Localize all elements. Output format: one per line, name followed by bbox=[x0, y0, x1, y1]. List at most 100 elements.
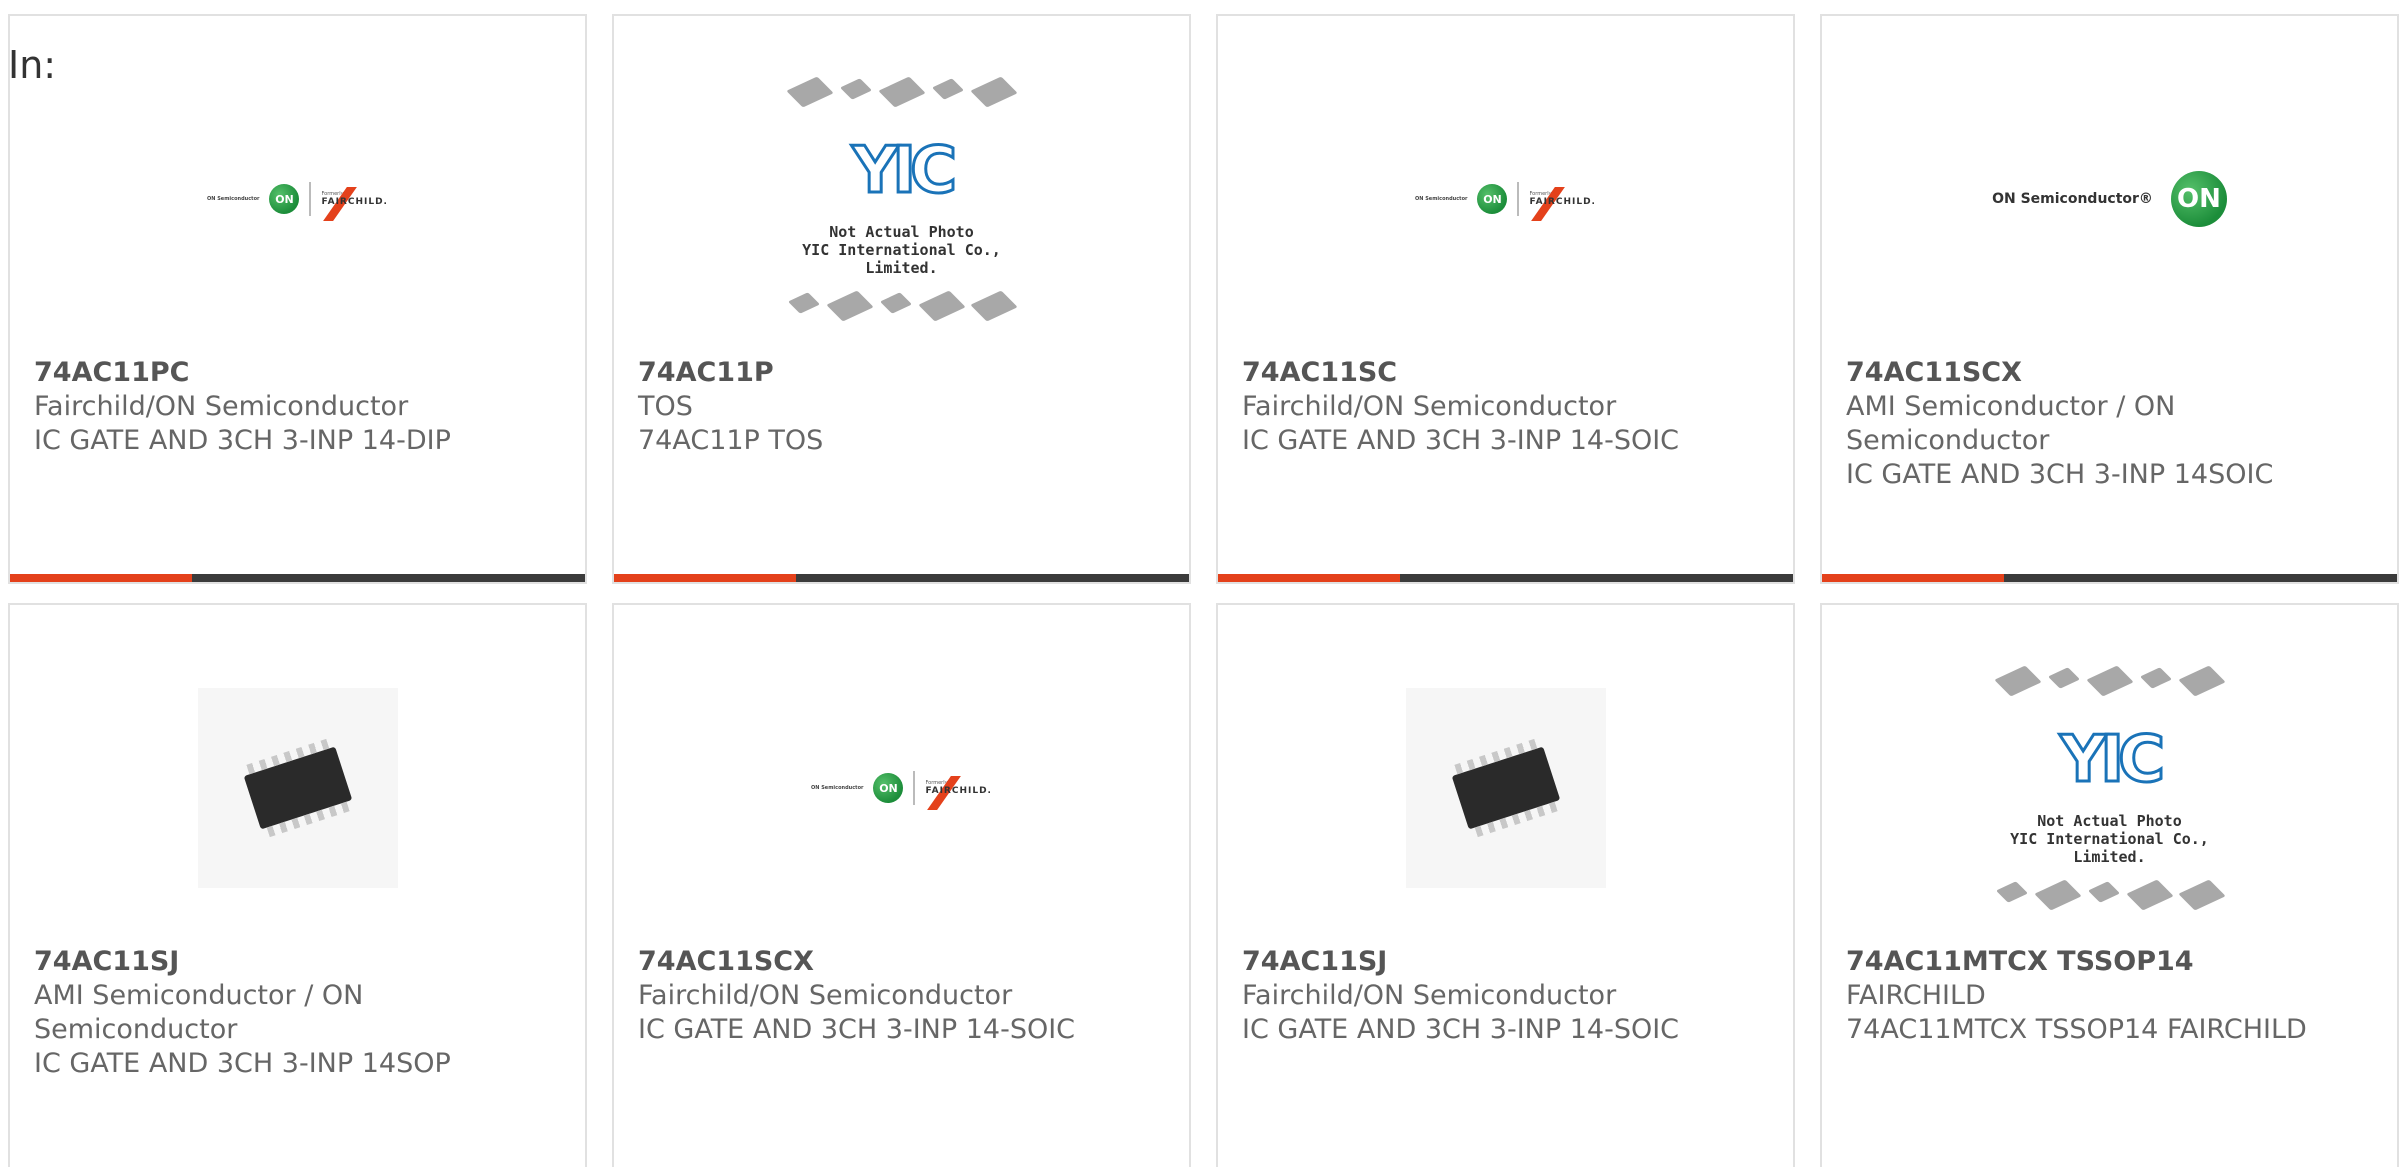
product-part-number[interactable]: 74AC11SCX bbox=[1846, 356, 2373, 390]
product-card[interactable]: 74AC11SJ Fairchild/ON Semiconductor IC GAT… bbox=[1216, 603, 1795, 1167]
product-part-number[interactable]: 74AC11MTCX TSSOP14 bbox=[1846, 945, 2373, 979]
on-logo-icon: ON bbox=[1477, 184, 1508, 214]
product-description: IC GATE AND 3CH 3-INP 14SOIC bbox=[1846, 459, 2274, 490]
product-grid: ON Semiconductor ON Formerly FAIRCHILD. 74AC… bbox=[8, 14, 2399, 1167]
product-image[interactable]: ON Semiconductor ON Formerly FAIRCHILD. bbox=[614, 683, 1189, 893]
product-info: 74AC11MTCX TSSOP14 FAIRCHILD 74AC11MTCX TS… bbox=[1846, 945, 2373, 1047]
on-semiconductor-wordmark: ON Semiconductor bbox=[1415, 196, 1468, 202]
yic-placeholder-image: YIC Not Actual Photo YIC International Co.… bbox=[1975, 665, 2245, 911]
chip-icon bbox=[2177, 665, 2226, 697]
product-manufacturer: AMI Semiconductor / ON Semiconductor bbox=[34, 980, 364, 1045]
product-description: IC GATE AND 3CH 3-INP 14SOP bbox=[34, 1048, 451, 1079]
chip-icon bbox=[787, 292, 820, 314]
not-actual-photo-caption: Not Actual Photo bbox=[2037, 812, 2182, 830]
on-semiconductor-wordmark: ON Semiconductor bbox=[207, 196, 260, 202]
product-description: IC GATE AND 3CH 3-INP 14-SOIC bbox=[1242, 1014, 1680, 1045]
product-info: 74AC11PC Fairchild/ON Semiconductor IC GAT… bbox=[34, 356, 561, 458]
chip-icon bbox=[2139, 667, 2172, 689]
product-info: 74AC11SC Fairchild/ON Semiconductor IC GAT… bbox=[1242, 356, 1769, 458]
on-logo-icon: ON bbox=[2170, 171, 2227, 227]
chip-icon bbox=[931, 78, 964, 100]
product-description: 74AC11MTCX TSSOP14 FAIRCHILD bbox=[1846, 1014, 2307, 1045]
ic-chip-icon bbox=[243, 738, 352, 838]
logo-divider bbox=[913, 771, 916, 805]
on-semiconductor-wordmark: ON Semiconductor bbox=[811, 785, 864, 791]
chip-icon bbox=[2177, 879, 2226, 911]
product-part-number[interactable]: 74AC11SJ bbox=[34, 945, 561, 979]
not-actual-photo-caption: Not Actual Photo bbox=[829, 223, 974, 241]
ic-chip-icon bbox=[1451, 738, 1560, 838]
product-card[interactable]: ON Semiconductor ON Formerly FAIRCHILD. 74AC… bbox=[612, 603, 1191, 1167]
chip-icon bbox=[879, 292, 912, 314]
fairchild-on-logo: ON Semiconductor ON Formerly FAIRCHILD. bbox=[811, 771, 992, 810]
product-image[interactable] bbox=[10, 683, 585, 893]
chip-illustrations-bottom bbox=[767, 290, 1037, 322]
product-image[interactable] bbox=[1218, 683, 1793, 893]
product-description: IC GATE AND 3CH 3-INP 14-DIP bbox=[34, 425, 451, 456]
product-part-number[interactable]: 74AC11SC bbox=[1242, 356, 1769, 390]
product-manufacturer: Fairchild/ON Semiconductor bbox=[1242, 391, 1617, 422]
product-manufacturer: Fairchild/ON Semiconductor bbox=[638, 980, 1013, 1011]
on-semiconductor-wordmark: ON Semiconductor® bbox=[1992, 191, 2153, 207]
chip-illustrations-bottom bbox=[1975, 879, 2245, 911]
product-manufacturer: TOS bbox=[638, 391, 693, 422]
product-card[interactable]: 74AC11SJ AMI Semiconductor / ON Semicondu… bbox=[8, 603, 587, 1167]
product-card[interactable]: ON Semiconductor ON Formerly FAIRCHILD. 74AC… bbox=[1216, 14, 1795, 584]
yic-placeholder-image: YIC Not Actual Photo YIC International Co.… bbox=[767, 76, 1037, 322]
ic-chip-photo bbox=[1405, 688, 1606, 888]
product-info: 74AC11SCX AMI Semiconductor / ON Semicond… bbox=[1846, 356, 2373, 492]
logo-divider bbox=[309, 182, 312, 216]
ic-chip-photo bbox=[197, 688, 398, 888]
product-part-number[interactable]: 74AC11SJ bbox=[1242, 945, 1769, 979]
fairchild-text: FAIRCHILD. bbox=[321, 197, 388, 207]
fairchild-logo: Formerly FAIRCHILD. bbox=[321, 187, 388, 221]
fairchild-wordmark: FAIRCHILD. bbox=[925, 776, 991, 810]
fairchild-on-logo: ON Semiconductor ON Formerly FAIRCHILD. bbox=[1415, 182, 1596, 221]
chip-icon bbox=[825, 290, 874, 322]
chip-icon bbox=[839, 78, 872, 100]
product-info: 74AC11SJ AMI Semiconductor / ON Semicondu… bbox=[34, 945, 561, 1081]
product-manufacturer: Fairchild/ON Semiconductor bbox=[1242, 980, 1617, 1011]
product-info: 74AC11P TOS 74AC11P TOS bbox=[638, 356, 1165, 458]
product-card[interactable]: ON Semiconductor® ON 74AC11SCX AMI Semicond… bbox=[1820, 14, 2399, 584]
fairchild-logo: Formerly FAIRCHILD. bbox=[925, 776, 991, 810]
chip-icon bbox=[2125, 879, 2174, 911]
yic-logo: YIC bbox=[850, 134, 958, 208]
yic-company-caption: YIC International Co., Limited. bbox=[802, 241, 1001, 277]
product-description: IC GATE AND 3CH 3-INP 14-SOIC bbox=[1242, 425, 1680, 456]
product-part-number[interactable]: 74AC11PC bbox=[34, 356, 561, 390]
card-bottom-bar bbox=[614, 574, 1189, 582]
product-manufacturer: Fairchild/ON Semiconductor bbox=[34, 391, 409, 422]
ic-pins-bottom bbox=[266, 801, 350, 838]
chip-illustrations-top bbox=[767, 76, 1037, 108]
card-bottom-bar bbox=[1822, 574, 2397, 582]
product-description: 74AC11P TOS bbox=[638, 425, 824, 456]
logo-divider bbox=[1517, 182, 1520, 216]
chip-icon bbox=[2047, 667, 2080, 689]
product-info: 74AC11SCX Fairchild/ON Semiconductor IC GA… bbox=[638, 945, 1165, 1047]
chip-icon bbox=[969, 76, 1018, 108]
product-image[interactable]: ON Semiconductor® ON bbox=[1822, 94, 2397, 304]
product-part-number[interactable]: 74AC11SCX bbox=[638, 945, 1165, 979]
on-semiconductor-logo: ON Semiconductor® ON bbox=[1992, 171, 2227, 227]
chip-icon bbox=[785, 76, 834, 108]
fairchild-wordmark: FAIRCHILD. bbox=[321, 187, 388, 221]
on-logo-icon: ON bbox=[873, 773, 904, 803]
product-card[interactable]: YIC Not Actual Photo YIC International Co.… bbox=[612, 14, 1191, 584]
in-label: In: bbox=[8, 43, 57, 87]
chip-icon bbox=[969, 290, 1018, 322]
chip-illustrations-top bbox=[1975, 665, 2245, 697]
card-accent-bar bbox=[1822, 574, 2004, 582]
product-card[interactable]: ON Semiconductor ON Formerly FAIRCHILD. 74AC… bbox=[8, 14, 587, 584]
product-image[interactable]: ON Semiconductor ON Formerly FAIRCHILD. bbox=[1218, 94, 1793, 304]
card-accent-bar bbox=[10, 574, 192, 582]
chip-icon bbox=[2033, 879, 2082, 911]
card-accent-bar bbox=[1218, 574, 1400, 582]
product-description: IC GATE AND 3CH 3-INP 14-SOIC bbox=[638, 1014, 1076, 1045]
product-image[interactable]: YIC Not Actual Photo YIC International Co.… bbox=[1822, 665, 2397, 911]
chip-icon bbox=[1995, 881, 2028, 903]
product-image[interactable]: ON Semiconductor ON Formerly FAIRCHILD. bbox=[10, 94, 585, 304]
product-part-number[interactable]: 74AC11P bbox=[638, 356, 1165, 390]
product-card[interactable]: YIC Not Actual Photo YIC International Co.… bbox=[1820, 603, 2399, 1167]
product-image[interactable]: YIC Not Actual Photo YIC International Co.… bbox=[614, 76, 1189, 322]
